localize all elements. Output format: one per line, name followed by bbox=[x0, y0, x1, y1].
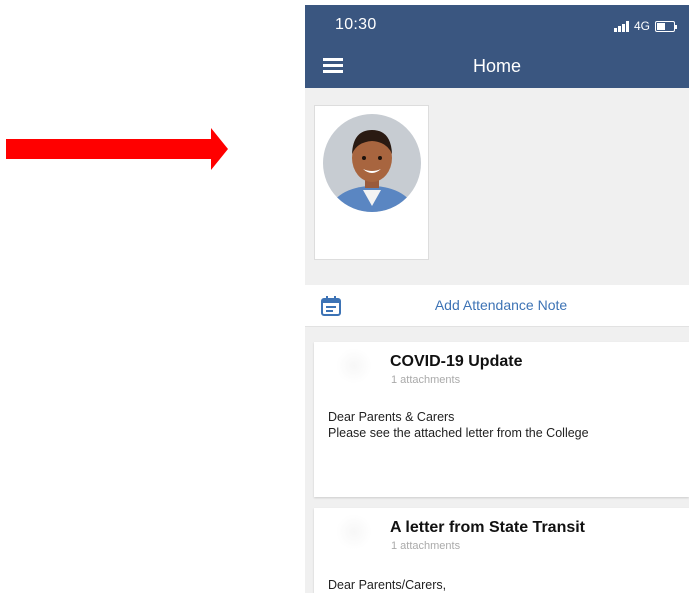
network-type: 4G bbox=[633, 19, 650, 33]
news-logo bbox=[336, 348, 372, 384]
status-bar: 10:30 4G bbox=[305, 5, 689, 45]
battery-icon bbox=[655, 20, 677, 32]
news-body: Dear Parents & Carers Please see the att… bbox=[328, 409, 589, 441]
add-attendance-note-button[interactable]: Add Attendance Note bbox=[305, 285, 689, 327]
news-item[interactable]: COVID-19 Update 1 attachments Dear Paren… bbox=[314, 342, 689, 497]
news-title: A letter from State Transit bbox=[390, 519, 586, 536]
news-item[interactable]: A letter from State Transit 1 attachment… bbox=[314, 508, 689, 593]
news-title: COVID-19 Update bbox=[390, 353, 523, 370]
attendance-label: Add Attendance Note bbox=[434, 297, 568, 313]
red-arrow-icon bbox=[6, 128, 228, 170]
avatar bbox=[323, 114, 421, 212]
news-body: Dear Parents/Carers, bbox=[328, 577, 446, 593]
signal-icon bbox=[613, 20, 629, 32]
news-body-line: Dear Parents & Carers bbox=[328, 410, 455, 424]
news-body-line: Please see the attached letter from the … bbox=[328, 426, 589, 440]
page-title: Home bbox=[472, 56, 521, 76]
student-card[interactable] bbox=[314, 105, 429, 260]
nav-bar: Home bbox=[305, 45, 689, 88]
status-time: 10:30 bbox=[335, 16, 377, 33]
news-attachments: 1 attachments bbox=[391, 540, 461, 552]
news-logo bbox=[336, 514, 372, 550]
phone-screen: 10:30 4G Home Add Attendance Note COVID-… bbox=[305, 5, 689, 593]
news-attachments: 1 attachments bbox=[391, 374, 461, 386]
news-body-line: Dear Parents/Carers, bbox=[328, 578, 447, 592]
status-indicators: 4G bbox=[613, 19, 677, 33]
